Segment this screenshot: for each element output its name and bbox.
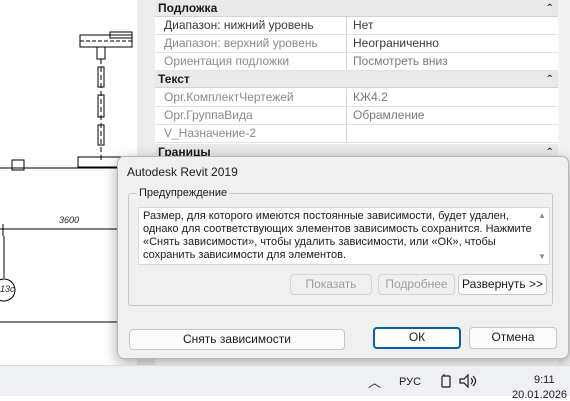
property-name: Диапазон: верхний уровень — [155, 35, 347, 52]
property-row[interactable]: Орг.ГруппаВида Обрамление — [155, 107, 558, 125]
language-indicator[interactable]: РУС — [399, 376, 421, 388]
expand-button[interactable]: Развернуть >> — [458, 274, 547, 295]
property-value[interactable]: Посмотреть вниз — [353, 53, 553, 70]
show-button[interactable]: Показать — [290, 274, 372, 295]
category-label: Текст — [158, 72, 190, 86]
property-value[interactable]: Неограниченно — [353, 35, 553, 52]
property-row[interactable]: Диапазон: верхний уровень Неограниченно — [155, 35, 558, 53]
warning-message-box[interactable]: Размер, для которого имеются постоянные … — [138, 207, 550, 265]
property-value[interactable]: Обрамление — [353, 107, 553, 124]
message-scrollbar[interactable]: ▲ ▼ — [537, 211, 547, 261]
scroll-down-icon[interactable]: ▼ — [537, 252, 547, 261]
tray-icons[interactable] — [440, 373, 484, 392]
collapse-chevron-icon[interactable]: ⌃ — [546, 0, 554, 17]
property-value[interactable] — [353, 125, 553, 142]
cancel-button[interactable]: Отмена — [469, 327, 557, 349]
collapse-chevron-icon[interactable]: ⌃ — [546, 71, 554, 88]
property-value[interactable]: Нет — [353, 17, 553, 34]
ok-button[interactable]: ОК — [373, 327, 461, 349]
property-row[interactable]: V_Назначение-2 — [155, 125, 558, 143]
property-name: Диапазон: нижний уровень — [155, 17, 347, 34]
property-name: Орг.КомплектЧертежей — [155, 89, 347, 106]
clock-time[interactable]: 9:11 — [534, 374, 555, 386]
property-row[interactable]: Диапазон: нижний уровень Нет — [155, 17, 558, 35]
grid-bubble-label: 13с — [0, 284, 15, 294]
category-underlay[interactable]: Подложка ⌃ — [155, 0, 558, 17]
warning-group-label: Предупреждение — [137, 187, 230, 199]
property-name: Ориентация подложки — [155, 53, 347, 70]
property-name: V_Назначение-2 — [155, 125, 347, 142]
chevron-up-icon[interactable]: ︿ — [368, 372, 381, 391]
property-row[interactable]: Орг.КомплектЧертежей КЖ4.2 — [155, 89, 558, 107]
category-label: Подложка — [158, 1, 218, 15]
property-name: Орг.ГруппаВида — [155, 107, 347, 124]
category-text[interactable]: Текст ⌃ — [155, 71, 558, 88]
dialog-title: Autodesk Revit 2019 — [127, 165, 238, 179]
scroll-up-icon[interactable]: ▲ — [537, 211, 547, 220]
property-value[interactable]: КЖ4.2 — [353, 89, 553, 106]
dimension-label: 3600 — [59, 215, 80, 225]
warning-message-text: Размер, для которого имеются постоянные … — [143, 210, 532, 261]
clock-date[interactable]: 20.01.2026 — [512, 389, 567, 401]
warning-dialog: Autodesk Revit 2019 Предупреждение Разме… — [117, 156, 569, 359]
taskbar: ︿ РУС 9:11 20.01.2026 — [0, 365, 570, 401]
more-info-button[interactable]: Подробнее — [378, 274, 455, 295]
remove-constraints-button[interactable]: Снять зависимости — [129, 329, 345, 350]
property-row[interactable]: Ориентация подложки Посмотреть вниз — [155, 53, 558, 71]
